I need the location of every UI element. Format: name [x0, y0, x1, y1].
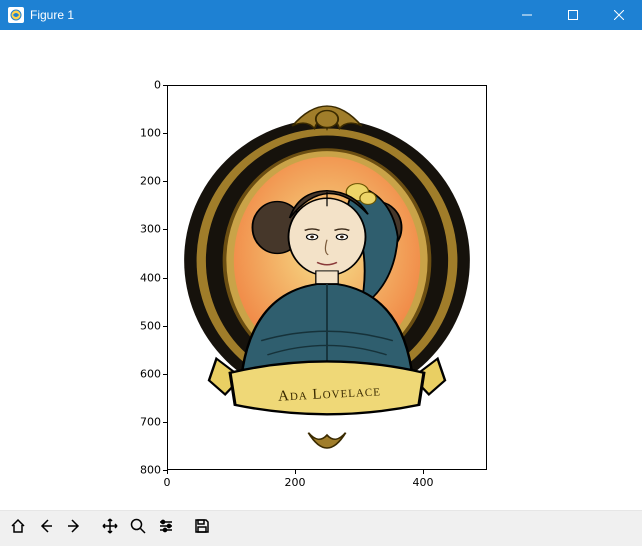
x-tick-label: 0	[147, 476, 187, 489]
y-tick-mark	[163, 326, 167, 327]
y-tick-label: 500	[121, 319, 161, 332]
zoom-button[interactable]	[124, 515, 152, 543]
home-button[interactable]	[4, 515, 32, 543]
axes-image: Ada Lovelace	[168, 86, 486, 469]
save-icon	[193, 517, 211, 540]
maximize-button[interactable]	[550, 0, 596, 30]
y-tick-label: 800	[121, 464, 161, 477]
y-tick-label: 300	[121, 223, 161, 236]
zoom-icon	[129, 517, 147, 540]
forward-button[interactable]	[60, 515, 88, 543]
x-tick-mark	[423, 470, 424, 474]
app-icon	[8, 7, 24, 23]
nav-toolbar	[0, 510, 642, 546]
y-tick-label: 400	[121, 271, 161, 284]
y-tick-mark	[163, 133, 167, 134]
axes: Ada Lovelace	[167, 85, 487, 470]
arrow-left-icon	[37, 517, 55, 540]
sliders-icon	[157, 517, 175, 540]
x-tick-mark	[295, 470, 296, 474]
y-tick-label: 200	[121, 175, 161, 188]
y-tick-label: 600	[121, 367, 161, 380]
x-tick-label: 400	[403, 476, 443, 489]
window-title: Figure 1	[30, 8, 74, 22]
home-icon	[9, 517, 27, 540]
y-tick-mark	[163, 374, 167, 375]
y-tick-mark	[163, 229, 167, 230]
y-tick-mark	[163, 278, 167, 279]
save-button[interactable]	[188, 515, 216, 543]
pan-button[interactable]	[96, 515, 124, 543]
back-button[interactable]	[32, 515, 60, 543]
y-tick-label: 0	[121, 79, 161, 92]
y-tick-label: 100	[121, 127, 161, 140]
move-icon	[101, 517, 119, 540]
x-tick-label: 200	[275, 476, 315, 489]
y-tick-mark	[163, 181, 167, 182]
minimize-button[interactable]	[504, 0, 550, 30]
figure-canvas[interactable]: Ada Lovelace 0 100 200 300 400 500 600 700 800 0…	[0, 30, 642, 510]
title-bar: Figure 1	[0, 0, 642, 30]
x-tick-mark	[167, 470, 168, 474]
configure-subplots-button[interactable]	[152, 515, 180, 543]
y-tick-mark	[163, 85, 167, 86]
arrow-right-icon	[65, 517, 83, 540]
y-tick-mark	[163, 422, 167, 423]
y-tick-label: 700	[121, 415, 161, 428]
close-button[interactable]	[596, 0, 642, 30]
